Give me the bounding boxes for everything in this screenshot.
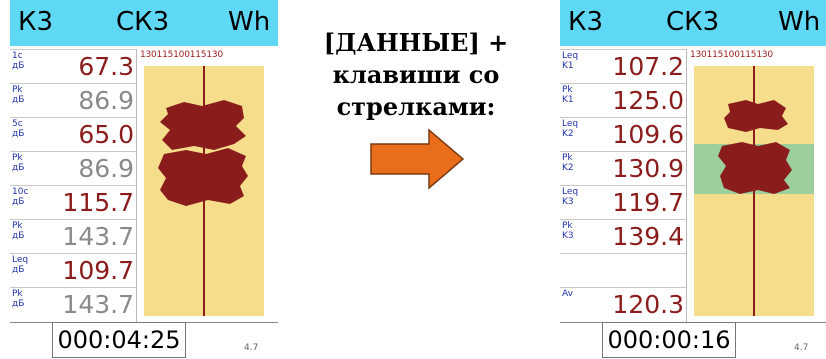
mode-sk3-label[interactable]: СК3 (666, 7, 719, 37)
values-column: 1c дБ 67.3 Pk дБ 86.9 5c дБ 65.0 Pk дБ 86.9 … (10, 49, 137, 322)
arrow-right-icon (370, 128, 465, 190)
row-value: 125.0 (612, 86, 684, 115)
mode-sk3-label[interactable]: СК3 (116, 7, 169, 37)
row-label: Pk K3 (562, 221, 574, 241)
right-device-screen: К3 СК3 Wh Leq K1 107.2 Pk K1 125.0 Leq K2 1… (560, 0, 826, 358)
value-row: Leq дБ 109.7 (10, 253, 136, 288)
elapsed-time: 000:00:16 (602, 322, 736, 358)
average-label: Av (562, 289, 573, 299)
value-row: Pk дБ 86.9 (10, 151, 136, 186)
row-value: 67.3 (78, 52, 134, 81)
battery-value: 4.7 (794, 343, 809, 353)
value-row: Leq K2 109.6 (560, 117, 686, 152)
mode-wh-label[interactable]: Wh (228, 7, 270, 37)
row-value: 65.0 (78, 120, 134, 149)
row-label: 5c дБ (12, 119, 25, 139)
elapsed-time: 000:04:25 (52, 322, 186, 358)
row-value: 109.6 (612, 120, 684, 149)
row-label: Pk K1 (562, 85, 574, 105)
value-row: Pk дБ 143.7 (10, 287, 136, 322)
average-row: Av 120.3 (560, 287, 686, 322)
row-label: Leq K3 (562, 187, 579, 207)
value-row: 10c дБ 115.7 (10, 185, 136, 220)
row-label: Leq K2 (562, 119, 579, 139)
row-label: 10c дБ (12, 187, 29, 207)
row-label: Pk K2 (562, 153, 574, 173)
instruction-line-1: [ДАННЫЕ] + (323, 28, 509, 57)
row-value: 119.7 (612, 188, 684, 217)
row-value: 143.7 (62, 222, 134, 251)
value-row: Pk дБ 86.9 (10, 83, 136, 118)
mode-k3-label[interactable]: К3 (568, 7, 603, 37)
row-value: 130.9 (612, 154, 684, 183)
row-label: Leq дБ (12, 255, 29, 275)
row-label: 1c дБ (12, 51, 25, 71)
scale-label: 130115100115130 (690, 50, 773, 60)
row-label: Pk дБ (12, 221, 25, 241)
left-device-screen: К3 СК3 Wh 1c дБ 67.3 Pk дБ 86.9 5c дБ 65.0 … (10, 0, 278, 358)
value-row: Pk K3 139.4 (560, 219, 686, 254)
row-label: Pk дБ (12, 153, 25, 173)
average-value: 120.3 (612, 290, 684, 319)
row-value: 143.7 (62, 290, 134, 319)
value-row: Leq K3 119.7 (560, 185, 686, 220)
mode-wh-label[interactable]: Wh (778, 7, 820, 37)
waveform-graphic (158, 66, 248, 316)
values-column: Leq K1 107.2 Pk K1 125.0 Leq K2 109.6 Pk K2 … (560, 49, 687, 322)
scale-label: 130115100115130 (140, 50, 223, 60)
waveform-panel (144, 66, 264, 316)
value-row: 1c дБ 67.3 (10, 49, 136, 84)
value-row: Leq K1 107.2 (560, 49, 686, 84)
instruction-text: [ДАННЫЕ] + клавиши со стрелками: (318, 27, 514, 123)
instruction-line-3: стрелками: (336, 92, 496, 121)
header-bar: К3 СК3 Wh (10, 0, 278, 46)
row-value: 107.2 (612, 52, 684, 81)
row-label: Pk дБ (12, 289, 25, 309)
battery-value: 4.7 (244, 343, 259, 353)
mode-k3-label[interactable]: К3 (18, 7, 53, 37)
header-bar: К3 СК3 Wh (560, 0, 826, 46)
value-row: Pk дБ 143.7 (10, 219, 136, 254)
row-value: 109.7 (62, 256, 134, 285)
value-row: Pk K1 125.0 (560, 83, 686, 118)
waveform-panel (694, 66, 814, 316)
value-row: Pk K2 130.9 (560, 151, 686, 186)
row-label: Pk дБ (12, 85, 25, 105)
waveform-graphic (694, 66, 814, 316)
empty-row (560, 253, 686, 288)
row-value: 115.7 (62, 188, 134, 217)
row-value: 139.4 (612, 222, 684, 251)
row-value: 86.9 (78, 154, 134, 183)
row-label: Leq K1 (562, 51, 579, 71)
row-value: 86.9 (78, 86, 134, 115)
instruction-line-2: клавиши со (332, 60, 500, 89)
value-row: 5c дБ 65.0 (10, 117, 136, 152)
